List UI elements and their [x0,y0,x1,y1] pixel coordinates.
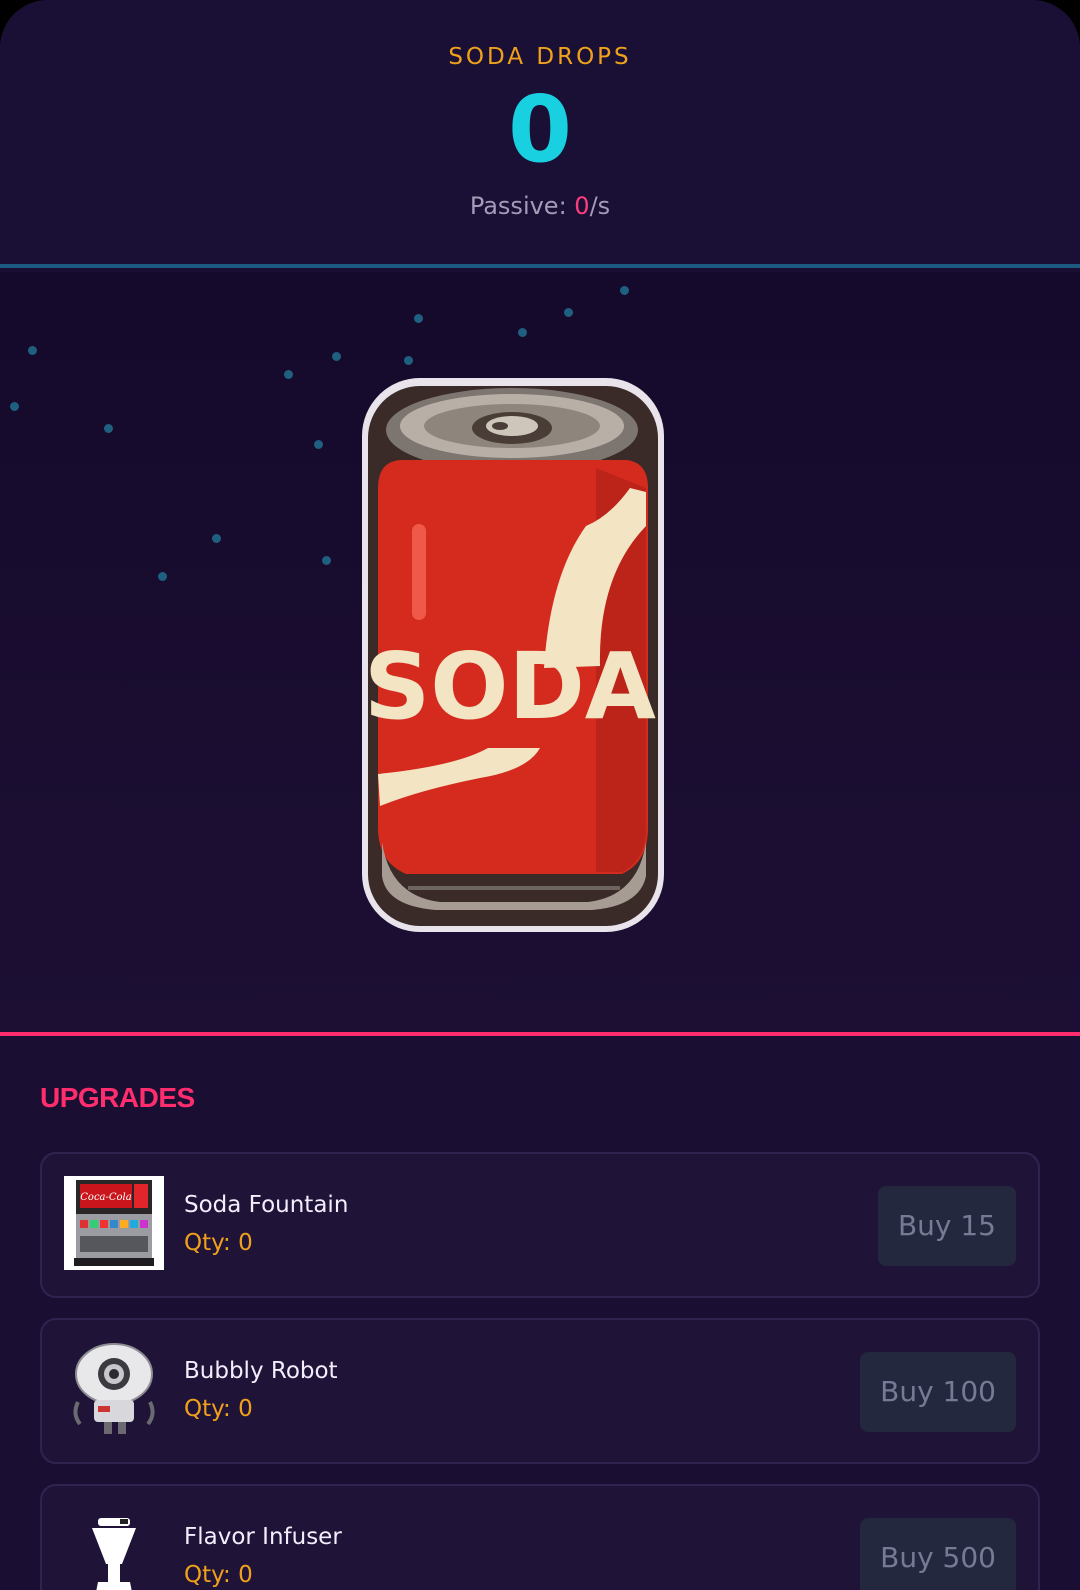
bubble [10,402,19,411]
passive-suffix: /s [589,192,611,220]
bubble [158,572,167,581]
soda-can-button[interactable]: SODA [360,376,670,936]
buy-bubbly-robot-button[interactable]: Buy 100 [860,1352,1016,1432]
click-area: SODA [0,272,1080,1036]
soda-can-icon: SODA [362,378,664,932]
upgrade-name: Bubbly Robot [184,1358,338,1384]
bubble [404,356,413,365]
game-screen: SODA DROPS 0 Passive: 0/s SODA UPGRADES … [0,0,1080,1590]
bubble [212,534,221,543]
bubble [284,370,293,379]
bubble [518,328,527,337]
upgrade-name: Flavor Infuser [184,1524,342,1550]
upgrade-qty: Qty: 0 [184,1230,253,1256]
upgrades-heading: UPGRADES [40,1082,195,1113]
bubble [564,308,573,317]
upgrade-qty: Qty: 0 [184,1562,253,1588]
passive-rate-value: 0 [574,192,590,220]
bubbly-robot-image [64,1342,164,1436]
bubble [314,440,323,449]
upgrade-card-soda-fountain: Coca-Cola Soda Fountain Qty: 0 Buy 15 [40,1152,1040,1298]
buy-soda-fountain-button[interactable]: Buy 15 [877,1186,1016,1266]
bubble [322,556,331,565]
bubble [332,352,341,361]
upgrade-qty: Qty: 0 [184,1396,253,1422]
upgrade-card-flavor-infuser: Flavor Infuser Qty: 0 Buy 500 [40,1484,1040,1590]
flavor-infuser-image [64,1508,164,1590]
bubble [620,286,629,295]
bubble [414,314,423,323]
bubble [28,346,37,355]
counter-label: SODA DROPS [448,44,632,70]
can-label: SODA [364,633,656,740]
bubble [104,424,113,433]
passive-prefix: Passive: [469,192,575,220]
passive-rate-readout: Passive: 0/s [0,192,1080,220]
upgrade-name: Soda Fountain [184,1192,349,1218]
buy-flavor-infuser-button[interactable]: Buy 500 [860,1518,1016,1590]
upgrade-card-bubbly-robot: Bubbly Robot Qty: 0 Buy 100 [40,1318,1040,1464]
fountain-brand-label: Coca-Cola [80,1192,131,1203]
soda-fountain-image: Coca-Cola [64,1176,164,1270]
drop-counter: 0 [507,76,572,183]
score-header: SODA DROPS 0 Passive: 0/s [0,0,1080,268]
